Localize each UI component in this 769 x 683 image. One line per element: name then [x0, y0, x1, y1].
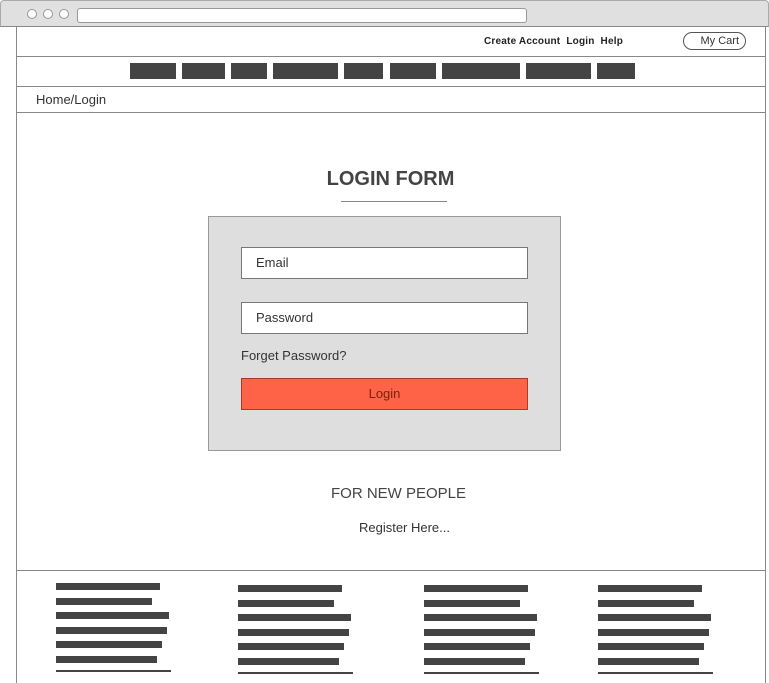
- create-account-link[interactable]: Create Account: [484, 36, 560, 47]
- footer-link-placeholder[interactable]: [598, 585, 702, 592]
- footer-link-placeholder[interactable]: [238, 600, 334, 607]
- footer-link-placeholder[interactable]: [598, 600, 694, 607]
- footer-link-placeholder[interactable]: [238, 643, 344, 650]
- footer-link-placeholder[interactable]: [424, 614, 537, 621]
- footer-link-placeholder[interactable]: [598, 629, 709, 636]
- nav-item[interactable]: [526, 63, 591, 79]
- breadcrumb[interactable]: Home/Login: [36, 92, 106, 107]
- footer-link-placeholder[interactable]: [424, 600, 520, 607]
- email-field[interactable]: Email: [241, 247, 528, 279]
- my-cart-button[interactable]: My Cart: [683, 32, 746, 50]
- breadcrumb-bar: Home/Login: [16, 87, 766, 113]
- new-people-heading: FOR NEW PEOPLE: [330, 485, 467, 502]
- footer: [16, 570, 766, 683]
- footer-link-placeholder[interactable]: [424, 629, 535, 636]
- footer-link-placeholder[interactable]: [238, 585, 342, 592]
- footer-link-placeholder[interactable]: [424, 658, 525, 665]
- help-link[interactable]: Help: [601, 36, 623, 47]
- title-divider: [341, 201, 447, 202]
- footer-link-placeholder[interactable]: [56, 583, 160, 590]
- login-link[interactable]: Login: [566, 36, 594, 47]
- register-link[interactable]: Register Here...: [0, 520, 769, 535]
- footer-link-placeholder[interactable]: [598, 643, 704, 650]
- top-utility-bar: Create Account Login Help My Cart: [16, 27, 766, 57]
- nav-item[interactable]: [130, 63, 176, 79]
- page-title: LOGIN FORM: [326, 168, 455, 190]
- footer-link-placeholder[interactable]: [598, 614, 711, 621]
- nav-item[interactable]: [231, 63, 267, 79]
- footer-link-placeholder[interactable]: [598, 658, 699, 665]
- nav-item[interactable]: [597, 63, 635, 79]
- browser-chrome: [0, 0, 769, 27]
- footer-divider: [56, 670, 171, 672]
- password-field[interactable]: Password: [241, 302, 528, 334]
- main-navigation: [16, 57, 766, 87]
- nav-item[interactable]: [182, 63, 225, 79]
- footer-link-placeholder[interactable]: [56, 627, 167, 634]
- nav-item[interactable]: [273, 63, 338, 79]
- footer-link-placeholder[interactable]: [56, 612, 169, 619]
- window-close-icon[interactable]: [27, 9, 37, 19]
- footer-link-placeholder[interactable]: [238, 629, 349, 636]
- footer-link-placeholder[interactable]: [56, 598, 152, 605]
- nav-item[interactable]: [344, 63, 383, 79]
- nav-item[interactable]: [390, 63, 436, 79]
- forget-password-link[interactable]: Forget Password?: [241, 348, 347, 363]
- login-button[interactable]: Login: [241, 378, 528, 410]
- window-maximize-icon[interactable]: [59, 9, 69, 19]
- footer-divider: [424, 672, 539, 674]
- address-bar[interactable]: [77, 8, 527, 23]
- window-minimize-icon[interactable]: [43, 9, 53, 19]
- footer-link-placeholder[interactable]: [424, 585, 528, 592]
- footer-link-placeholder[interactable]: [424, 643, 530, 650]
- footer-link-placeholder[interactable]: [238, 658, 339, 665]
- footer-link-placeholder[interactable]: [238, 614, 351, 621]
- footer-divider: [238, 672, 353, 674]
- nav-item[interactable]: [442, 63, 520, 79]
- footer-divider: [598, 672, 713, 674]
- top-links: Create Account Login Help: [484, 36, 626, 47]
- footer-link-placeholder[interactable]: [56, 641, 162, 648]
- footer-link-placeholder[interactable]: [56, 656, 157, 663]
